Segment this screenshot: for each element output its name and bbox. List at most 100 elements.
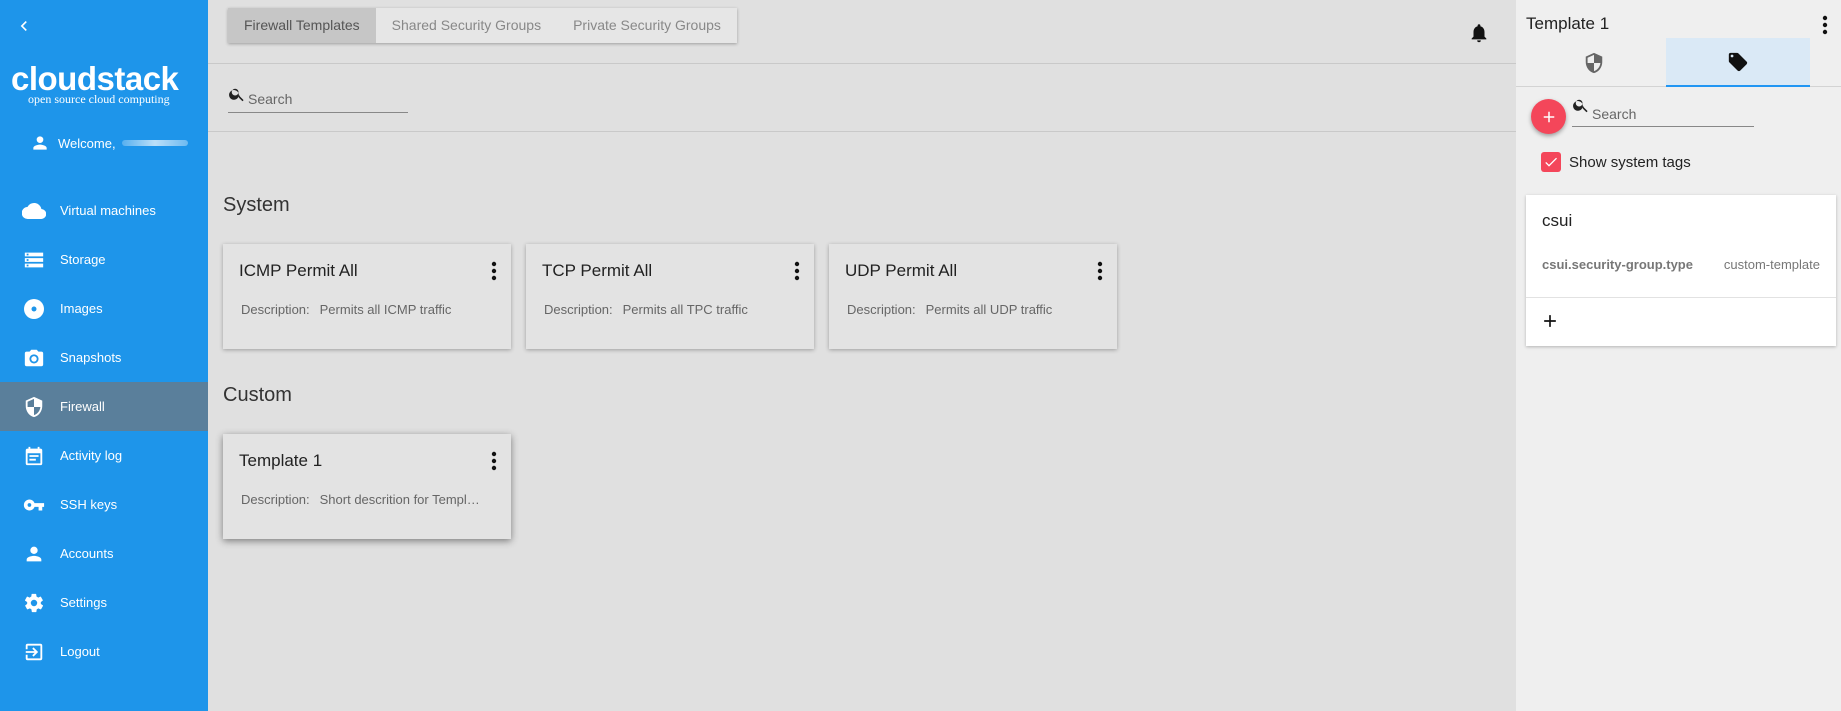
sidebar-item-settings[interactable]: Settings — [0, 578, 208, 627]
checkmark-icon — [1545, 157, 1557, 167]
more-vert-icon[interactable] — [491, 450, 497, 472]
description-label: Description: — [241, 302, 310, 317]
shield-icon — [1585, 52, 1603, 73]
show-system-tags-label: Show system tags — [1569, 153, 1691, 171]
tag-key: csui.security-group.type — [1542, 257, 1693, 272]
template-card-udp[interactable]: UDP Permit All Description: Permits all U… — [829, 244, 1117, 349]
tab-shared-security-groups[interactable]: Shared Security Groups — [376, 8, 557, 43]
search-divider — [208, 131, 1516, 132]
tag-search — [1572, 97, 1754, 127]
logo-tagline: open source cloud computing — [28, 92, 170, 106]
sidebar-item-images[interactable]: Images — [0, 284, 208, 333]
tab-rules[interactable] — [1522, 38, 1666, 87]
description-label: Description: — [241, 492, 310, 507]
sidebar-item-storage[interactable]: Storage — [0, 235, 208, 284]
tag-search-input[interactable] — [1592, 106, 1752, 122]
description-value: Permits all UDP traffic — [925, 302, 1053, 317]
more-vert-icon[interactable] — [1822, 14, 1828, 36]
section-title-custom: Custom — [223, 384, 292, 406]
details-panel: Template 1 Show system tags csui csui.se… — [1516, 0, 1841, 711]
template-search — [228, 82, 408, 113]
panel-tabs — [1516, 38, 1841, 87]
card-description: Description: Permits all TPC traffic — [544, 302, 804, 317]
sidebar-item-virtual-machines[interactable]: Virtual machines — [0, 186, 208, 235]
sidebar-item-label: SSH keys — [60, 497, 118, 512]
calendar-icon — [22, 444, 46, 468]
card-title: UDP Permit All — [845, 261, 958, 280]
tag-icon — [1728, 52, 1748, 71]
logo-text: cloudstack — [11, 60, 179, 97]
tab-bar: Firewall Templates Shared Security Group… — [228, 8, 737, 43]
sidebar-item-label: Firewall — [60, 399, 105, 414]
sidebar-item-label: Virtual machines — [60, 203, 156, 218]
sidebar-item-accounts[interactable]: Accounts — [0, 529, 208, 578]
tab-firewall-templates[interactable]: Firewall Templates — [228, 8, 376, 43]
tag-value: custom-template — [1723, 257, 1820, 272]
description-label: Description: — [847, 302, 916, 317]
disc-icon — [22, 297, 46, 321]
storage-icon — [22, 248, 46, 272]
add-tag-button[interactable] — [1531, 99, 1566, 134]
template-card-template-1[interactable]: Template 1 Description: Short descrition … — [223, 434, 511, 539]
sidebar-item-label: Images — [60, 301, 103, 316]
card-description: Description: Permits all UDP traffic — [847, 302, 1107, 317]
main-content: Firewall Templates Shared Security Group… — [208, 0, 1516, 711]
template-card-icmp[interactable]: ICMP Permit All Description: Permits all … — [223, 244, 511, 349]
sidebar-item-label: Logout — [60, 644, 100, 659]
cloud-icon — [22, 199, 46, 223]
sidebar-item-logout[interactable]: Logout — [0, 627, 208, 676]
tag-divider — [1526, 297, 1836, 298]
search-icon — [229, 88, 244, 102]
more-vert-icon[interactable] — [794, 260, 800, 282]
sidebar-item-ssh-keys[interactable]: SSH keys — [0, 480, 208, 529]
description-label: Description: — [544, 302, 613, 317]
sidebar-item-label: Settings — [60, 595, 107, 610]
card-title: ICMP Permit All — [239, 261, 358, 280]
notifications-bell-icon[interactable] — [1468, 22, 1490, 44]
sidebar: cloudstack open source cloud computing W… — [0, 0, 208, 711]
key-icon — [22, 493, 46, 517]
search-input[interactable] — [248, 91, 398, 107]
plus-icon — [1543, 111, 1554, 122]
sidebar-item-activity-log[interactable]: Activity log — [0, 431, 208, 480]
user-icon — [33, 136, 47, 150]
gear-icon — [22, 591, 46, 615]
card-title: Template 1 — [239, 451, 323, 470]
person-icon — [22, 542, 46, 566]
sidebar-item-firewall[interactable]: Firewall — [0, 382, 208, 431]
sidebar-item-label: Snapshots — [60, 350, 122, 365]
show-system-tags-row: Show system tags — [1541, 152, 1691, 172]
logout-icon — [22, 640, 46, 664]
more-vert-icon[interactable] — [1097, 260, 1103, 282]
blurred-username — [121, 140, 188, 146]
more-vert-icon[interactable] — [491, 260, 497, 282]
sidebar-item-label: Storage — [60, 252, 106, 267]
header-divider — [208, 63, 1516, 64]
welcome-label: Welcome, — [58, 135, 116, 151]
add-tag-plus-icon[interactable] — [1540, 311, 1560, 331]
shield-icon — [22, 395, 46, 419]
card-title: TCP Permit All — [542, 261, 653, 280]
card-description: Description: Permits all ICMP traffic — [241, 302, 501, 317]
sidebar-nav: Virtual machines Storage Images Snapshot… — [0, 186, 208, 676]
sidebar-item-label: Activity log — [60, 448, 123, 463]
sidebar-item-label: Accounts — [60, 546, 114, 561]
section-title-system: System — [223, 194, 290, 216]
camera-icon — [22, 346, 46, 370]
cloudstack-logo: cloudstack open source cloud computing — [11, 60, 191, 107]
back-arrow-icon[interactable] — [14, 16, 34, 36]
panel-title: Template 1 — [1526, 14, 1610, 33]
tag-group-title: csui — [1542, 211, 1573, 230]
search-icon — [1573, 99, 1588, 113]
show-system-tags-checkbox[interactable] — [1541, 152, 1561, 172]
description-value: Short descrition for Templ… — [319, 492, 480, 507]
tab-private-security-groups[interactable]: Private Security Groups — [557, 8, 737, 43]
card-description: Description: Short descrition for Templ… — [241, 492, 501, 507]
tab-tags[interactable] — [1666, 38, 1810, 87]
description-value: Permits all TPC traffic — [622, 302, 748, 317]
tag-group-card: csui csui.security-group.type custom-tem… — [1526, 195, 1836, 346]
welcome-user: Welcome, — [30, 133, 188, 153]
description-value: Permits all ICMP traffic — [319, 302, 452, 317]
template-card-tcp[interactable]: TCP Permit All Description: Permits all T… — [526, 244, 814, 349]
sidebar-item-snapshots[interactable]: Snapshots — [0, 333, 208, 382]
